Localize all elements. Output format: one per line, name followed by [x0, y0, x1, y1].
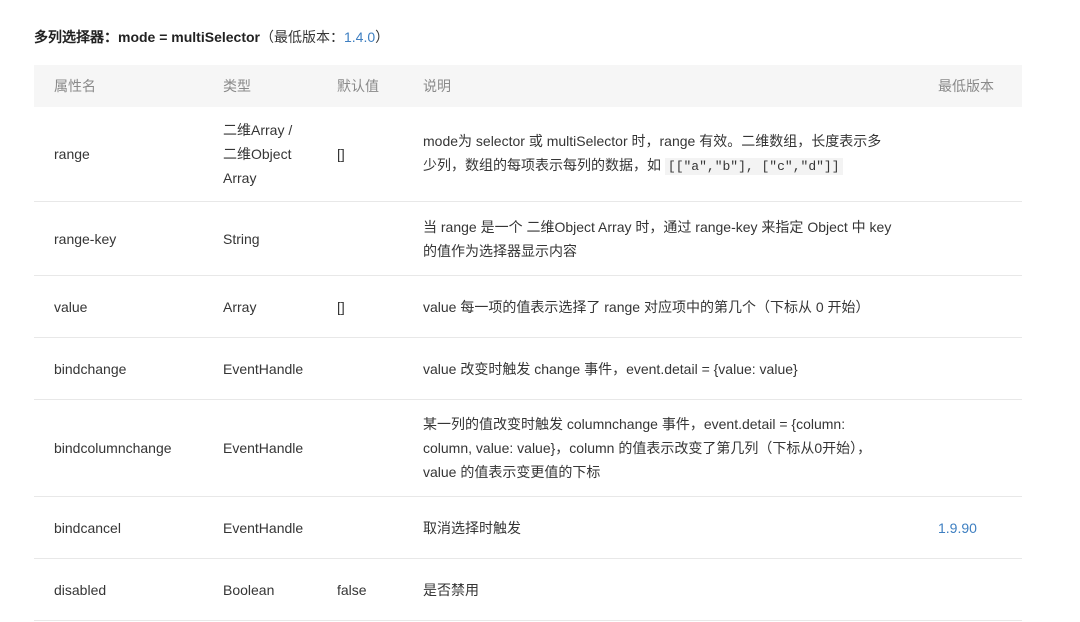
- table-row: value Array [] value 每一项的值表示选择了 range 对应…: [34, 275, 1022, 338]
- header-description: 说明: [409, 65, 918, 107]
- cell-version: [918, 337, 1022, 400]
- cell-description: 当 range 是一个 二维Object Array 时，通过 range-ke…: [409, 201, 918, 276]
- cell-version: [918, 201, 1022, 276]
- page: 多列选择器：mode = multiSelector（最低版本：1.4.0） 属…: [0, 0, 1080, 622]
- cell-name: disabled: [34, 558, 203, 621]
- cell-description: 某一列的值改变时触发 columnchange 事件，event.detail …: [409, 399, 918, 497]
- cell-type: Array: [203, 275, 323, 338]
- heading-title: 多列选择器：mode = multiSelector: [34, 29, 260, 45]
- cell-name: range-key: [34, 201, 203, 276]
- header-min-version: 最低版本: [918, 65, 1022, 107]
- cell-type: String: [203, 201, 323, 276]
- cell-type: 二维Array / 二维Object Array: [203, 107, 323, 202]
- cell-default: []: [323, 107, 409, 202]
- cell-default: [323, 337, 409, 400]
- cell-name: bindcolumnchange: [34, 399, 203, 497]
- cell-type-line: 二维Object: [223, 146, 292, 162]
- cell-type-line: 二维Array /: [223, 122, 293, 138]
- header-default: 默认值: [323, 65, 409, 107]
- heading-version-link[interactable]: 1.4.0: [344, 29, 375, 45]
- cell-type-line: Array: [223, 170, 257, 186]
- table-row: bindcolumnchange EventHandle 某一列的值改变时触发 …: [34, 399, 1022, 497]
- cell-description: mode为 selector 或 multiSelector 时，range 有…: [409, 107, 918, 202]
- table-row: disabled Boolean false 是否禁用: [34, 558, 1022, 621]
- cell-default: [323, 496, 409, 559]
- code-snippet: [["a","b"], ["c","d"]]: [664, 158, 843, 175]
- cell-default: [323, 201, 409, 276]
- heading-version-prefix: （最低版本：: [259, 29, 344, 45]
- cell-version-link[interactable]: 1.9.90: [918, 496, 1022, 559]
- cell-type: Boolean: [203, 558, 323, 621]
- cell-name: bindchange: [34, 337, 203, 400]
- cell-description: 是否禁用: [409, 558, 918, 621]
- section-heading: 多列选择器：mode = multiSelector（最低版本：1.4.0）: [34, 27, 389, 47]
- table-row: range 二维Array / 二维Object Array [] mode为 …: [34, 107, 1022, 202]
- table-row: range-key String 当 range 是一个 二维Object Ar…: [34, 201, 1022, 276]
- cell-description: 取消选择时触发: [409, 496, 918, 559]
- cell-version: [918, 399, 1022, 497]
- cell-description: value 每一项的值表示选择了 range 对应项中的第几个（下标从 0 开始…: [409, 275, 918, 338]
- cell-type: EventHandle: [203, 399, 323, 497]
- table-header-row: 属性名 类型 默认值 说明 最低版本: [34, 65, 1022, 107]
- cell-description: value 改变时触发 change 事件，event.detail = {va…: [409, 337, 918, 400]
- cell-version: [918, 107, 1022, 202]
- cell-name: range: [34, 107, 203, 202]
- heading-version-suffix: ）: [375, 29, 390, 45]
- table-row: bindcancel EventHandle 取消选择时触发 1.9.90: [34, 496, 1022, 559]
- cell-name: value: [34, 275, 203, 338]
- cell-default: false: [323, 558, 409, 621]
- cell-name: bindcancel: [34, 496, 203, 559]
- cell-default: [323, 399, 409, 497]
- cell-type: EventHandle: [203, 496, 323, 559]
- header-attribute-name: 属性名: [34, 65, 203, 107]
- cell-type: EventHandle: [203, 337, 323, 400]
- header-type: 类型: [203, 65, 323, 107]
- cell-version: [918, 558, 1022, 621]
- properties-table: 属性名 类型 默认值 说明 最低版本 range 二维Array / 二维Obj…: [34, 65, 1022, 621]
- table-row: bindchange EventHandle value 改变时触发 chang…: [34, 337, 1022, 400]
- cell-version: [918, 275, 1022, 338]
- cell-default: []: [323, 275, 409, 338]
